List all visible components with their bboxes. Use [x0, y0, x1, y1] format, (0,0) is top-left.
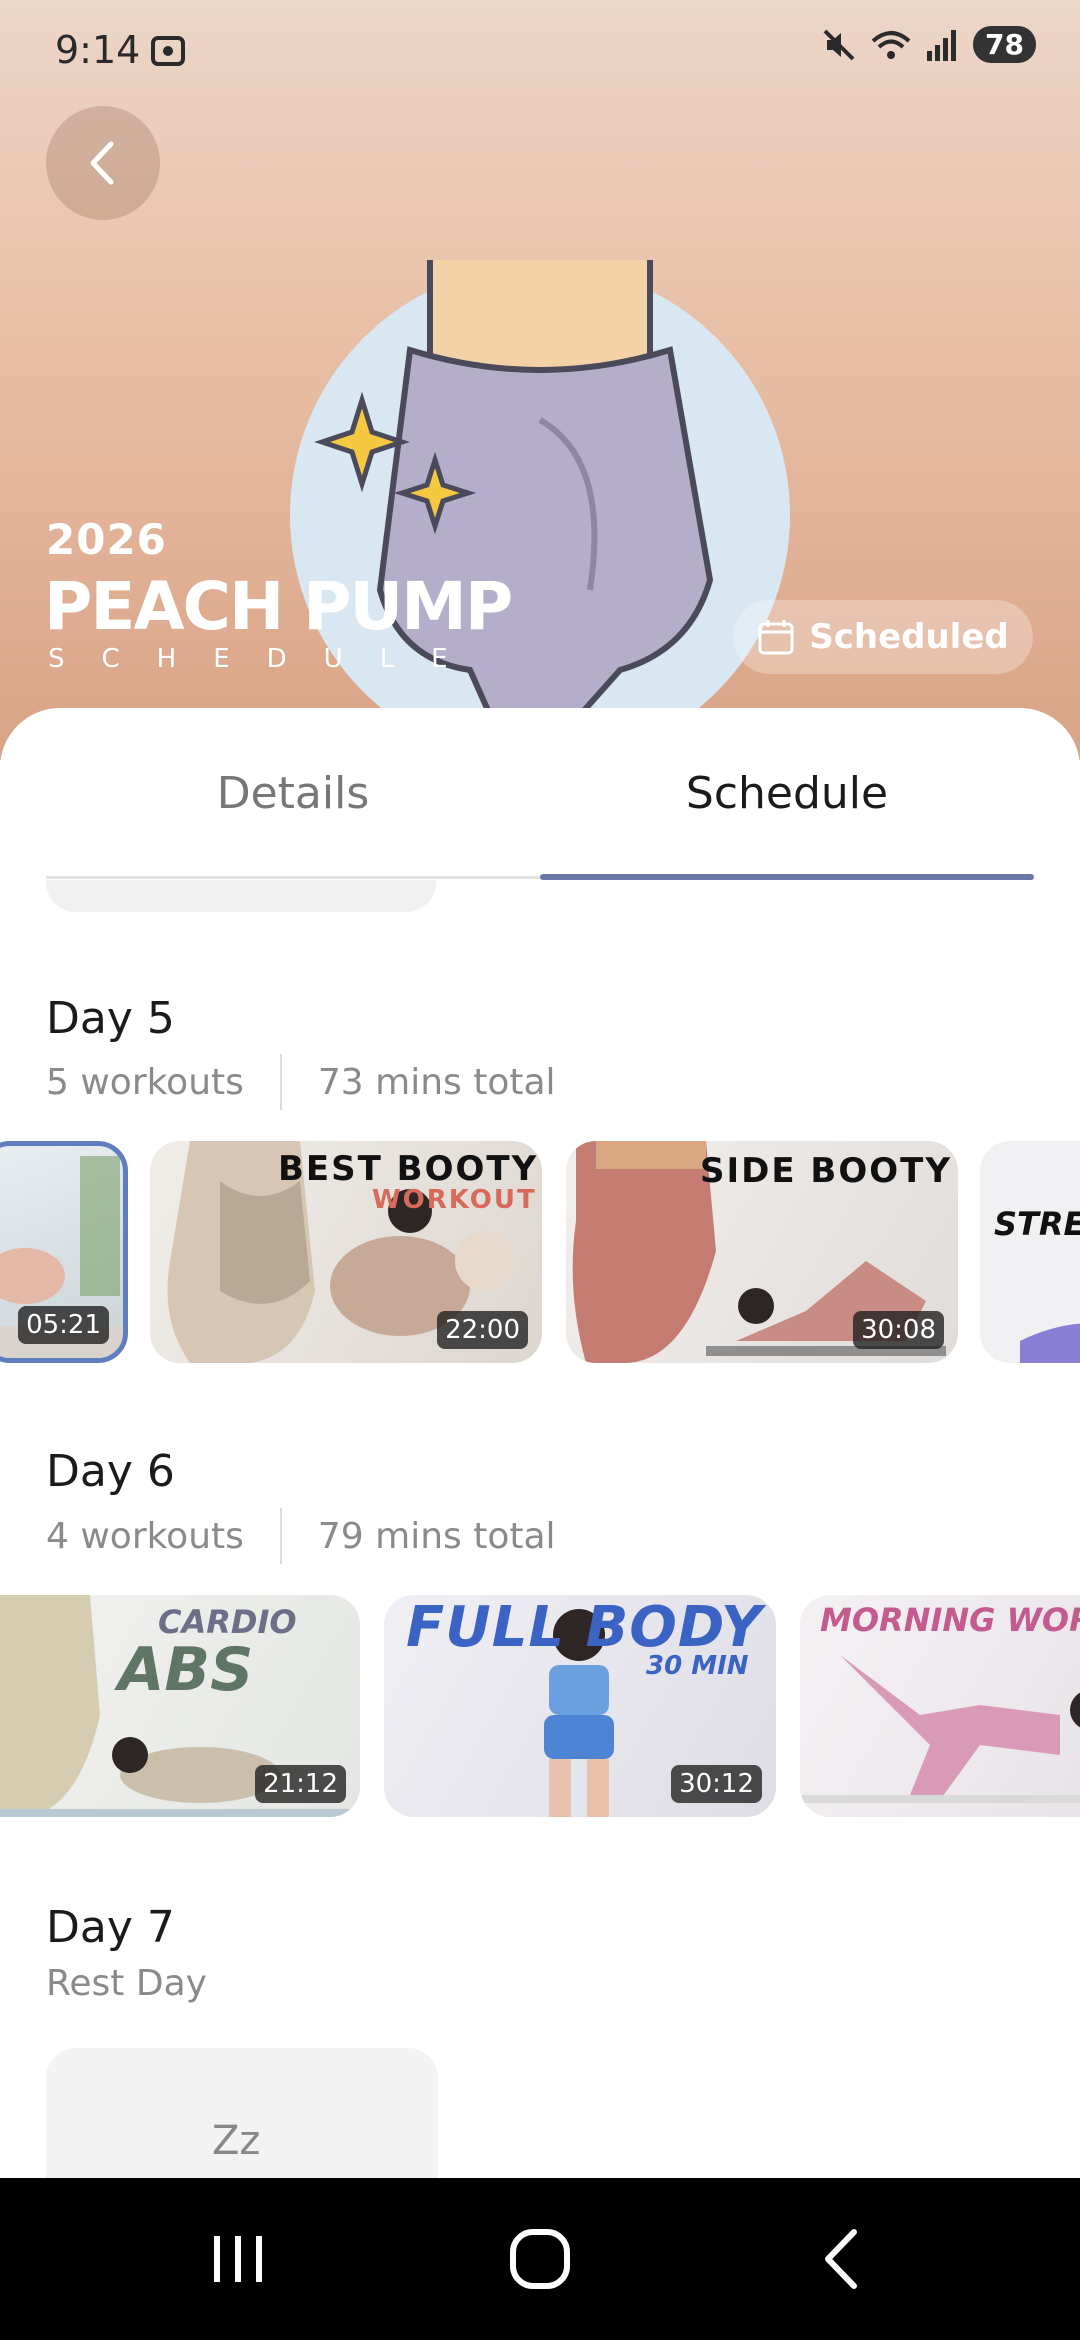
tab-details[interactable]: Details: [46, 768, 540, 819]
day-meta: 4 workouts 79 mins total: [46, 1508, 556, 1564]
workout-thumbnail-image: [1020, 1323, 1080, 1363]
day-title: Day 5: [46, 993, 175, 1044]
video-title: BEST BOOTY: [278, 1149, 539, 1189]
day-meta: 5 workouts 73 mins total: [46, 1054, 556, 1110]
day-title: Day 6: [46, 1446, 175, 1497]
rest-day-text: Rest Day: [46, 1963, 207, 2004]
rest-day-card: Zz: [46, 2048, 438, 2178]
video-subtitle: WORKOUT: [372, 1185, 537, 1215]
back-button[interactable]: [46, 106, 160, 220]
workout-thumbnail[interactable]: 05:21: [0, 1141, 128, 1363]
calendar-icon: [758, 620, 794, 655]
video-subtitle: 30 MIN: [646, 1651, 749, 1681]
workout-thumbnail[interactable]: STRE: [980, 1141, 1080, 1363]
total-duration: 79 mins total: [317, 1515, 556, 1557]
scheduled-button[interactable]: Scheduled: [733, 600, 1033, 674]
workout-thumbnail[interactable]: BEST BOOTY WORKOUT 22:00: [150, 1141, 542, 1363]
video-duration: 30:08: [853, 1311, 944, 1349]
video-title: MORNING WOR: [820, 1601, 1080, 1639]
meta-divider: [279, 1054, 282, 1110]
workout-count: 5 workouts: [46, 1061, 244, 1103]
signal-icon: [927, 29, 957, 61]
video-duration: 21:12: [255, 1765, 346, 1803]
workout-thumbnail[interactable]: SIDE BOOTY 30:08: [566, 1141, 958, 1363]
program-year: 2026: [46, 515, 167, 564]
workout-row[interactable]: CARDIO ABS 21:12 FULL BODY 30 MIN 30:12 …: [0, 1595, 1080, 1817]
program-hero: 9:14 78 2026 PEACH PUMP SCHEDULE Schedul…: [0, 0, 1080, 760]
wifi-icon: [871, 30, 911, 59]
status-time: 9:14: [55, 28, 141, 72]
schedule-sheet: Details Schedule Day 5 5 workouts 73 min…: [0, 708, 1080, 2178]
video-title: STRE: [994, 1205, 1080, 1243]
tab-bar: Details Schedule: [46, 768, 1034, 819]
home-icon[interactable]: [500, 2226, 580, 2292]
day-title: Day 7: [46, 1902, 175, 1953]
workout-thumbnail[interactable]: FULL BODY 30 MIN 30:12: [384, 1595, 776, 1817]
workout-thumbnail[interactable]: MORNING WOR: [800, 1595, 1080, 1817]
video-duration: 30:12: [671, 1765, 762, 1803]
program-subtitle: SCHEDULE: [48, 644, 485, 674]
recents-icon[interactable]: [198, 2226, 278, 2292]
video-subtitle: ABS: [118, 1635, 254, 1705]
scheduled-label: Scheduled: [809, 617, 1009, 657]
video-duration: 05:21: [18, 1306, 109, 1344]
chevron-left-icon: [90, 141, 114, 185]
rest-day-label: Rest Day: [46, 1963, 207, 2004]
status-icons: 78: [821, 26, 1036, 63]
video-title: SIDE BOOTY: [700, 1151, 952, 1191]
battery-indicator: 78: [973, 26, 1036, 63]
mute-icon: [823, 29, 855, 60]
program-title: PEACH PUMP: [44, 568, 513, 645]
sleep-icon: Zz: [212, 2118, 261, 2164]
workout-row[interactable]: 05:21 BEST BOOTY WORKOUT 22:00 SIDE BOOT…: [0, 1141, 1080, 1363]
back-icon[interactable]: [802, 2226, 882, 2292]
status-bar: 9:14 78: [0, 0, 1080, 100]
total-duration: 73 mins total: [317, 1061, 556, 1103]
video-duration: 22:00: [437, 1311, 528, 1349]
previous-card-edge: [46, 880, 436, 912]
system-navigation-bar: [0, 2178, 1080, 2340]
workout-thumbnail[interactable]: CARDIO ABS 21:12: [0, 1595, 360, 1817]
workout-count: 4 workouts: [46, 1515, 244, 1557]
tab-schedule[interactable]: Schedule: [540, 768, 1034, 819]
program-illustration: [290, 260, 790, 760]
meta-divider: [279, 1508, 282, 1564]
screenshot-icon: [151, 36, 185, 66]
tab-active-indicator: [540, 874, 1034, 880]
